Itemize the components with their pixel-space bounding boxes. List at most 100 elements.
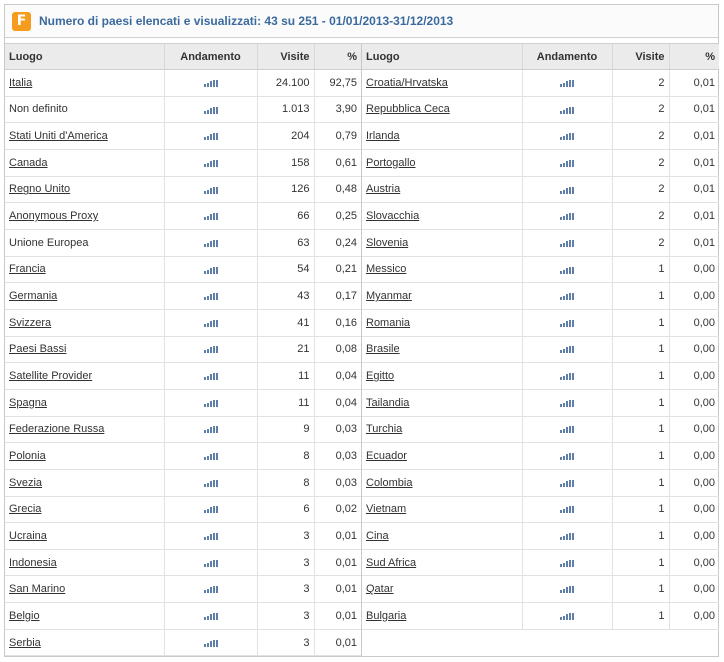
bar-chart-icon[interactable] [560, 345, 574, 354]
cell-trend [521, 229, 612, 257]
country-link[interactable]: Irlanda [366, 130, 400, 142]
column-header-place[interactable]: Luogo [362, 43, 522, 70]
bar-chart-icon[interactable] [560, 106, 574, 114]
bar-chart-icon[interactable] [560, 532, 574, 541]
bar-chart-icon[interactable] [560, 212, 574, 221]
bar-chart-icon[interactable] [203, 612, 218, 621]
country-link[interactable]: Belgio [9, 610, 40, 622]
column-header-percent[interactable]: % [668, 43, 719, 70]
bar-chart-icon[interactable] [560, 292, 574, 301]
bar-chart-icon[interactable] [203, 186, 218, 194]
bar-chart-icon[interactable] [560, 452, 574, 461]
bar-chart-icon[interactable] [203, 212, 218, 221]
country-link[interactable]: Serbia [9, 637, 41, 649]
bar-chart-icon[interactable] [560, 585, 574, 594]
cell-visits: 1 [611, 602, 669, 630]
bar-chart-icon[interactable] [560, 399, 574, 407]
bar-chart-icon[interactable] [560, 559, 574, 567]
bar-chart-icon[interactable] [203, 452, 218, 461]
bar-chart-icon[interactable] [560, 479, 574, 487]
cell-place: Federazione Russa [5, 416, 164, 444]
bar-chart-icon[interactable] [203, 159, 218, 167]
bar-chart-icon[interactable] [560, 159, 574, 167]
country-link[interactable]: Messico [366, 263, 406, 275]
bar-chart-icon[interactable] [560, 319, 574, 327]
cell-trend [521, 309, 612, 337]
country-link[interactable]: Portogallo [366, 157, 416, 169]
country-link[interactable]: Slovacchia [366, 210, 419, 222]
bar-chart-icon[interactable] [203, 399, 218, 407]
bar-chart-icon[interactable] [203, 479, 218, 487]
country-link[interactable]: Anonymous Proxy [9, 210, 98, 222]
country-link[interactable]: Vietnam [366, 503, 406, 515]
country-link[interactable]: Austria [366, 183, 400, 195]
country-link[interactable]: Bulgaria [366, 610, 406, 622]
country-link[interactable]: Svizzera [9, 317, 51, 329]
country-link[interactable]: Cina [366, 530, 389, 542]
bar-chart-icon[interactable] [203, 372, 218, 381]
bar-chart-icon[interactable] [560, 505, 574, 514]
country-link[interactable]: Italia [9, 77, 32, 89]
bar-chart-icon[interactable] [560, 372, 574, 381]
bar-chart-icon[interactable] [560, 612, 574, 621]
bar-chart-icon[interactable] [203, 239, 218, 247]
bar-chart-icon[interactable] [203, 292, 218, 301]
country-link[interactable]: Egitto [366, 370, 394, 382]
country-link[interactable]: Turchia [366, 423, 402, 435]
country-link[interactable]: Ucraina [9, 530, 47, 542]
country-link[interactable]: Grecia [9, 503, 41, 515]
column-header-trend[interactable]: Andamento [521, 43, 612, 70]
bar-chart-icon[interactable] [203, 505, 218, 514]
country-link[interactable]: Tailandia [366, 397, 409, 409]
column-header-percent[interactable]: % [313, 43, 361, 70]
cell-trend [163, 176, 257, 204]
bar-chart-icon[interactable] [203, 79, 218, 87]
bar-chart-icon[interactable] [560, 266, 574, 274]
column-header-visits[interactable]: Visite [611, 43, 669, 70]
country-link[interactable]: Romania [366, 317, 410, 329]
bar-chart-icon[interactable] [560, 239, 574, 247]
country-link[interactable]: Sud Africa [366, 557, 416, 569]
country-link[interactable]: Ecuador [366, 450, 407, 462]
bar-chart-icon[interactable] [560, 132, 574, 141]
country-link[interactable]: Paesi Bassi [9, 343, 66, 355]
country-link[interactable]: Federazione Russa [9, 423, 104, 435]
cell-visits: 2 [611, 69, 669, 97]
column-header-trend[interactable]: Andamento [163, 43, 257, 70]
bar-chart-icon[interactable] [203, 319, 218, 327]
cell-visits: 3 [256, 549, 314, 577]
country-link[interactable]: Satellite Provider [9, 370, 92, 382]
country-link[interactable]: Regno Unito [9, 183, 70, 195]
country-link[interactable]: Colombia [366, 477, 412, 489]
bar-chart-icon[interactable] [560, 79, 574, 87]
bar-chart-icon[interactable] [203, 585, 218, 594]
bar-chart-icon[interactable] [560, 425, 574, 434]
bar-chart-icon[interactable] [203, 345, 218, 354]
country-link[interactable]: Repubblica Ceca [366, 103, 450, 115]
bar-chart-icon[interactable] [203, 639, 218, 647]
country-link[interactable]: Croatia/Hrvatska [366, 77, 448, 89]
country-link[interactable]: Svezia [9, 477, 42, 489]
bar-chart-icon[interactable] [203, 532, 218, 541]
country-link[interactable]: Qatar [366, 583, 394, 595]
country-link[interactable]: Francia [9, 263, 46, 275]
country-link[interactable]: Brasile [366, 343, 400, 355]
panel-title: Numero di paesi elencati e visualizzati:… [39, 14, 454, 28]
country-link[interactable]: Germania [9, 290, 57, 302]
country-link[interactable]: San Marino [9, 583, 65, 595]
bar-chart-icon[interactable] [203, 106, 218, 114]
country-link[interactable]: Indonesia [9, 557, 57, 569]
bar-chart-icon[interactable] [203, 266, 218, 274]
country-link[interactable]: Stati Uniti d'America [9, 130, 108, 142]
country-link[interactable]: Canada [9, 157, 48, 169]
bar-chart-icon[interactable] [203, 132, 218, 141]
column-header-place[interactable]: Luogo [5, 43, 164, 70]
bar-chart-icon[interactable] [203, 559, 218, 567]
country-link[interactable]: Spagna [9, 397, 47, 409]
country-link[interactable]: Slovenia [366, 237, 408, 249]
bar-chart-icon[interactable] [203, 425, 218, 434]
country-link[interactable]: Myanmar [366, 290, 412, 302]
country-link[interactable]: Polonia [9, 450, 46, 462]
bar-chart-icon[interactable] [560, 186, 574, 194]
column-header-visits[interactable]: Visite [256, 43, 314, 70]
